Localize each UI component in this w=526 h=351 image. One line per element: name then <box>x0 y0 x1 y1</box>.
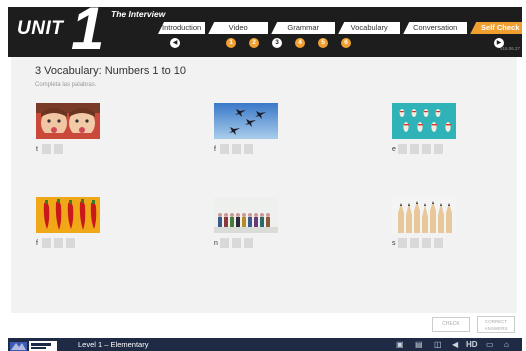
letter-box[interactable] <box>54 144 63 154</box>
home-icon[interactable]: ⌂ <box>504 340 509 349</box>
version-label: v16.06.27 <box>500 46 520 51</box>
tab-video[interactable]: Video <box>208 22 269 34</box>
correct-answers-button[interactable]: CORRECT ANSWERS <box>477 316 515 333</box>
lesson-title: The Interview <box>111 9 166 19</box>
print-icon[interactable]: ▣ <box>396 340 404 349</box>
bottom-bar: Level 1 – Elementary ▣ ▤ ◫ ◀ HD ▭ ⌂ <box>8 338 522 351</box>
level-label: Level 1 – Elementary <box>78 340 149 349</box>
tab-introduction[interactable]: Introduction <box>158 22 206 34</box>
step-6[interactable]: 6 <box>341 38 351 48</box>
tab-self-check[interactable]: Self Check <box>470 22 522 34</box>
step-2[interactable]: 2 <box>249 38 259 48</box>
check-button[interactable]: CHECK <box>432 317 470 332</box>
letter-box[interactable] <box>422 144 431 154</box>
jets-image <box>214 103 278 139</box>
letter-box[interactable] <box>410 238 419 248</box>
tab-conversation[interactable]: Conversation <box>403 22 468 34</box>
letter-box[interactable] <box>434 238 443 248</box>
previous-arrow-icon[interactable]: ◀ <box>170 38 180 48</box>
subtitles-icon[interactable]: ▭ <box>486 340 494 349</box>
step-1[interactable]: 1 <box>226 38 236 48</box>
activity-panel: 3 Vocabulary: Numbers 1 to 10 Completa l… <box>11 57 517 313</box>
step-4[interactable]: 4 <box>295 38 305 48</box>
letter-box[interactable] <box>220 238 229 248</box>
two-girls-image <box>36 103 100 139</box>
audio-icon[interactable]: ◀ <box>452 340 458 349</box>
activity-title: 3 Vocabulary: Numbers 1 to 10 <box>35 65 187 77</box>
letter-box[interactable] <box>244 144 253 154</box>
oxford-logo <box>10 339 58 351</box>
chili-peppers-image <box>36 197 100 233</box>
notes-icon[interactable]: ◫ <box>434 340 442 349</box>
letter-box[interactable] <box>232 144 241 154</box>
tab-vocabulary[interactable]: Vocabulary <box>338 22 401 34</box>
step-navigation: ◀ 1 2 3 4 5 6 ▶ <box>8 36 522 50</box>
letter-box[interactable] <box>42 238 51 248</box>
answer-letters: e <box>392 144 446 154</box>
section-tabs: Introduction Video Grammar Vocabulary Co… <box>158 22 522 34</box>
answer-letters: n <box>214 238 256 248</box>
letter-box[interactable] <box>66 238 75 248</box>
letter-box[interactable] <box>244 238 253 248</box>
letter-box[interactable] <box>220 144 229 154</box>
tab-grammar[interactable]: Grammar <box>271 22 336 34</box>
app-window: UNIT 1 The Interview Introduction Video … <box>0 0 526 351</box>
letter-box[interactable] <box>422 238 431 248</box>
hd-toggle[interactable]: HD <box>466 340 478 349</box>
pencils-image <box>392 197 456 233</box>
answer-letters: t <box>36 144 66 154</box>
letter-box[interactable] <box>398 238 407 248</box>
letter-box[interactable] <box>42 144 51 154</box>
people-image <box>214 197 278 233</box>
letter-box[interactable] <box>232 238 241 248</box>
answer-letters: f <box>214 144 256 154</box>
answer-letters: s <box>392 238 446 248</box>
book-icon[interactable]: ▤ <box>415 340 423 349</box>
unit-header: UNIT 1 The Interview Introduction Video … <box>8 7 522 57</box>
step-5[interactable]: 5 <box>318 38 328 48</box>
step-indicator: 1 2 3 4 5 6 <box>226 38 364 48</box>
activity-instruction: Completa las palabras. <box>35 82 97 88</box>
step-3[interactable]: 3 <box>272 38 282 48</box>
letter-box[interactable] <box>398 144 407 154</box>
letter-box[interactable] <box>434 144 443 154</box>
answer-letters: f <box>36 238 78 248</box>
letter-box[interactable] <box>410 144 419 154</box>
letter-box[interactable] <box>54 238 63 248</box>
bowling-pins-image <box>392 103 456 139</box>
